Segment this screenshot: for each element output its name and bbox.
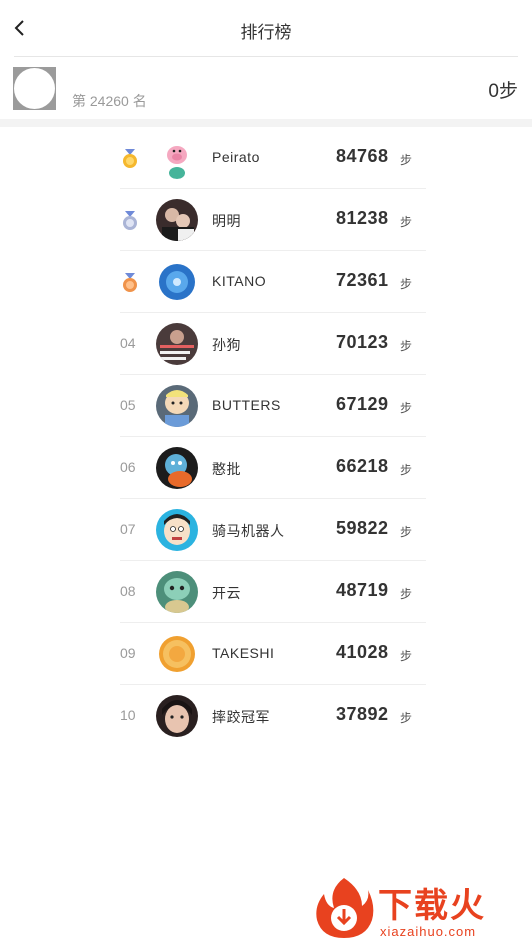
user-name: 憨批 (212, 461, 241, 477)
my-steps: 0步 (488, 81, 518, 102)
page-title: 排行榜 (240, 23, 292, 42)
avatar (156, 633, 198, 675)
brand-name: 下载火 (378, 886, 486, 926)
step-count: 41028 (336, 642, 389, 662)
user-name: 孙狗 (212, 337, 241, 353)
rank-number: 09 (120, 645, 136, 661)
watermark-logo: 下载火 xiazaihuo.com (312, 876, 528, 942)
flame-download-icon (316, 878, 374, 938)
user-name: 摔跤冠军 (212, 709, 270, 725)
step-unit: 步 (400, 339, 413, 353)
step-unit: 步 (400, 649, 413, 663)
brand-url: xiazaihuo.com (380, 924, 477, 939)
avatar (156, 261, 198, 303)
avatar (156, 447, 198, 489)
step-count: 70123 (336, 332, 389, 352)
step-count: 66218 (336, 456, 389, 476)
list-item[interactable]: 明明 81238 步 (120, 189, 426, 251)
ranking-list: Peirato 84768 步 明明 81238 步 KITANO 72361 … (120, 127, 426, 747)
list-item[interactable]: 04 孙狗 70123 步 (120, 313, 426, 375)
step-count: 84768 (336, 146, 389, 166)
list-item[interactable]: Peirato 84768 步 (120, 127, 426, 189)
list-item[interactable]: 10 摔跤冠军 37892 步 (120, 685, 426, 747)
avatar (156, 137, 198, 179)
step-count: 72361 (336, 270, 389, 290)
my-rank-text: 第 24260 名 (72, 93, 147, 109)
bronze-medal-icon (123, 273, 137, 292)
user-name: TAKESHI (212, 645, 275, 661)
list-item[interactable]: 07 骑马机器人 59822 步 (120, 499, 426, 561)
user-name: 骑马机器人 (212, 523, 285, 539)
my-avatar (13, 67, 56, 110)
step-count: 81238 (336, 208, 389, 228)
my-rank-row: 第 24260 名 0步 (0, 57, 532, 119)
gold-medal-icon (123, 149, 137, 168)
step-count: 59822 (336, 518, 389, 538)
avatar (156, 323, 198, 365)
rank-number: 07 (120, 521, 136, 537)
user-name: KITANO (212, 273, 267, 289)
avatar (156, 199, 198, 241)
list-item[interactable]: 09 TAKESHI 41028 步 (120, 623, 426, 685)
step-unit: 步 (400, 525, 413, 539)
step-unit: 步 (400, 153, 413, 167)
list-item[interactable]: 08 开云 48719 步 (120, 561, 426, 623)
step-unit: 步 (400, 711, 413, 725)
silver-medal-icon (123, 211, 137, 230)
step-unit: 步 (400, 587, 413, 601)
step-unit: 步 (400, 215, 413, 229)
step-count: 67129 (336, 394, 389, 414)
user-name: BUTTERS (212, 397, 281, 413)
user-name: 开云 (212, 585, 241, 601)
list-item[interactable]: 06 憨批 66218 步 (120, 437, 426, 499)
rank-number: 10 (120, 707, 136, 723)
list-item[interactable]: KITANO 72361 步 (120, 251, 426, 313)
nav-bar: 排行榜 (0, 0, 532, 56)
rank-number: 05 (120, 397, 136, 413)
list-item[interactable]: 05 BUTTERS 67129 步 (120, 375, 426, 437)
step-unit: 步 (400, 277, 413, 291)
rank-number: 04 (120, 335, 136, 351)
avatar (156, 571, 198, 613)
avatar (156, 509, 198, 551)
step-count: 37892 (336, 704, 389, 724)
rank-number: 08 (120, 583, 136, 599)
rank-number: 06 (120, 459, 136, 475)
section-separator (0, 119, 532, 127)
avatar (156, 385, 198, 427)
step-unit: 步 (400, 463, 413, 477)
step-unit: 步 (400, 401, 413, 415)
user-name: 明明 (212, 213, 241, 229)
user-name: Peirato (212, 149, 260, 165)
avatar (156, 695, 198, 737)
step-count: 48719 (336, 580, 389, 600)
